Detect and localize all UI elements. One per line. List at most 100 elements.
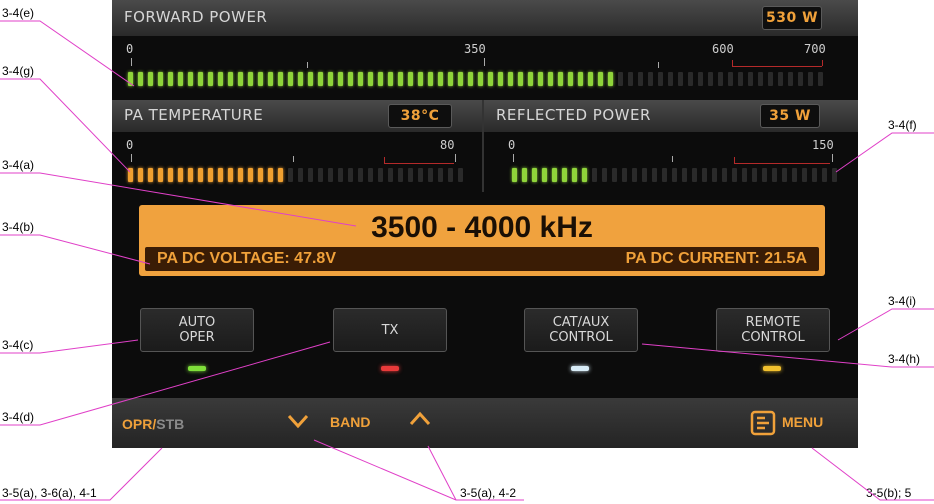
pa-dc-current: PA DC CURRENT: 21.5A [625,250,807,267]
temp-tick [131,154,132,162]
forward-tick [131,58,132,66]
reflected-segment-off [832,168,837,182]
reflected-segment-on [552,168,557,182]
opr-label: OPR [122,416,153,432]
temp-segment-on [178,168,183,182]
forward-segment-on [588,72,593,86]
temp-segment-off [288,168,293,182]
temp-segment-on [158,168,163,182]
cat-aux-control-button[interactable]: CAT/AUX CONTROL [524,308,638,352]
forward-segment-on [148,72,153,86]
callout-3-4h: 3-4(h) [888,352,921,366]
forward-segment-on [208,72,213,86]
forward-segment-off [718,72,723,86]
menu-icon [750,410,776,436]
temp-segment-off [408,168,413,182]
bottom-bar: OPR/STB BAND MENU [112,398,858,448]
forward-segment-on [458,72,463,86]
forward-power-value: 530 W [762,6,822,30]
forward-segment-on [248,72,253,86]
reflected-segment-on [532,168,537,182]
forward-segment-on [138,72,143,86]
reflected-segment-off [652,168,657,182]
temp-segment-off [328,168,333,182]
temp-segment-on [248,168,253,182]
forward-segment-on [288,72,293,86]
callout-3-4b: 3-4(b) [2,220,35,234]
forward-segment-on [168,72,173,86]
reflected-segment-on [542,168,547,182]
temp-segment-on [278,168,283,182]
callout-menu-ref: 3-5(b); 5 [866,486,912,500]
forward-segment-on [268,72,273,86]
cat-aux-label-1: CAT/AUX [552,315,610,330]
reflected-segment-off [762,168,767,182]
opr-stb-toggle[interactable]: OPR/STB [122,414,184,433]
forward-segment-off [758,72,763,86]
stb-label: STB [156,416,185,432]
temp-segment-off [448,168,453,182]
callout-opr-ref: 3-5(a), 3-6(a), 4-1 [2,486,97,500]
callout-3-4f: 3-4(f) [888,118,917,132]
reflected-segment-off [772,168,777,182]
forward-segment-off [788,72,793,86]
forward-segment-on [498,72,503,86]
temp-scale-0: 0 [126,138,134,152]
cat-aux-led [571,366,589,371]
frequency-display: 3500 - 4000 kHz PA DC VOLTAGE: 47.8V PA … [139,205,825,276]
forward-segment-off [698,72,703,86]
reflected-segment-off [622,168,627,182]
reflected-segment-on [512,168,517,182]
temp-segment-off [378,168,383,182]
reflected-segment-off [592,168,597,182]
reflected-segment-off [742,168,747,182]
cat-aux-label-2: CONTROL [549,330,613,345]
tx-button[interactable]: TX [333,308,447,352]
forward-segment-on [528,72,533,86]
forward-power-title: FORWARD POWER [124,8,268,26]
pa-temperature-value: 38°C [388,104,452,128]
remote-control-button[interactable]: REMOTE CONTROL [716,308,830,352]
reflected-segment-off [782,168,787,182]
temp-segment-off [368,168,373,182]
forward-segment-off [748,72,753,86]
forward-segment-off [808,72,813,86]
forward-segment-on [608,72,613,86]
forward-segment-on [478,72,483,86]
temp-segment-on [128,168,133,182]
forward-segment-on [388,72,393,86]
forward-segment-off [628,72,633,86]
band-down-icon[interactable] [286,412,310,430]
auto-oper-label-2: OPER [179,330,215,345]
temp-segment-on [268,168,273,182]
tx-label: TX [381,322,399,338]
forward-segment-on [568,72,573,86]
callout-3-4c: 3-4(c) [2,338,34,352]
forward-segment-on [318,72,323,86]
forward-segment-off [738,72,743,86]
temp-segment-on [148,168,153,182]
menu-button[interactable]: MENU [748,408,848,438]
auto-oper-label-1: AUTO [178,315,216,330]
temp-segment-off [398,168,403,182]
forward-tick [658,62,659,68]
reflected-scale-0: 0 [508,138,516,152]
temp-segment-off [298,168,303,182]
forward-segment-on [308,72,313,86]
callout-3-4a: 3-4(a) [2,158,35,172]
temp-tick [455,154,456,162]
forward-segment-on [448,72,453,86]
reflected-segment-off [822,168,827,182]
forward-tick [484,58,485,66]
forward-segment-on [578,72,583,86]
auto-oper-button[interactable]: AUTO OPER [140,308,254,352]
remote-label-2: CONTROL [741,330,805,345]
temp-segment-off [458,168,463,182]
forward-segment-off [728,72,733,86]
remote-label-1: REMOTE [745,315,801,330]
pa-dc-status-bar: PA DC VOLTAGE: 47.8V PA DC CURRENT: 21.5… [145,247,819,271]
forward-segment-on [188,72,193,86]
forward-segment-on [548,72,553,86]
forward-segment-off [708,72,713,86]
band-up-icon[interactable] [408,410,432,428]
